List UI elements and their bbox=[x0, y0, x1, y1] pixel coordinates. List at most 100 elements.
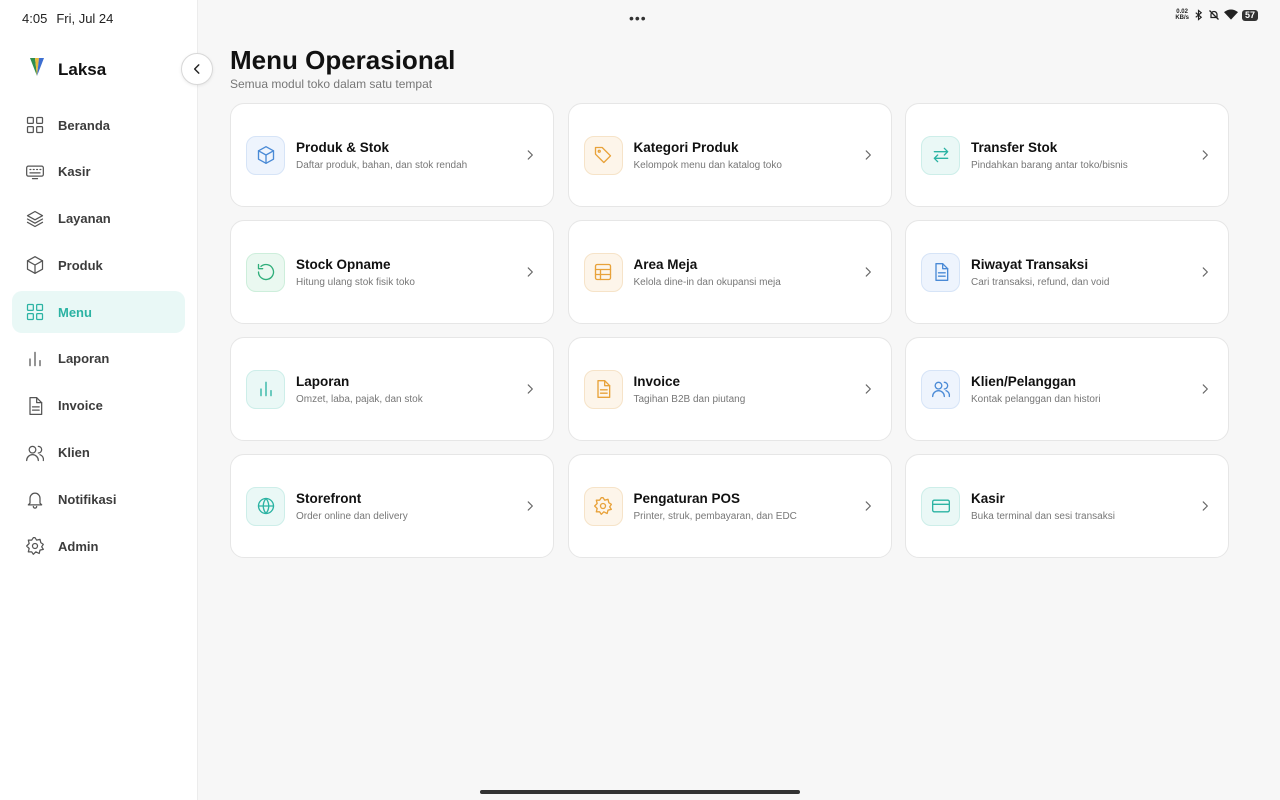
users-icon bbox=[921, 369, 960, 409]
clock-date: Fri, Jul 24 bbox=[56, 11, 114, 26]
tag-icon bbox=[583, 135, 623, 175]
sidebar-item-klien[interactable]: Klien bbox=[12, 432, 185, 474]
sidebar-item-laporan[interactable]: Laporan bbox=[12, 338, 185, 380]
sidebar-item-label: Layanan bbox=[58, 211, 111, 227]
module-card-kasir[interactable]: Kasir Buka terminal dan sesi transaksi bbox=[905, 454, 1229, 558]
sidebar-item-label: Produk bbox=[58, 257, 103, 273]
collapse-sidebar-button[interactable] bbox=[181, 53, 213, 85]
sidebar-item-admin[interactable]: Admin bbox=[12, 525, 185, 567]
module-card-area-meja[interactable]: Area Meja Kelola dine-in dan okupansi mej… bbox=[567, 220, 892, 324]
card-title: Laporan bbox=[296, 373, 350, 389]
module-card-produk-stok[interactable]: Produk & Stok Daftar produk, bahan, dan s… bbox=[230, 103, 554, 207]
sidebar-item-kasir[interactable]: Kasir bbox=[12, 151, 185, 193]
card-title: Pengaturan POS bbox=[633, 490, 741, 506]
module-card-stock-opname[interactable]: Stock Opname Hitung ulang stok fisik toko bbox=[230, 220, 554, 324]
page-subtitle: Semua modul toko dalam satu tempat bbox=[230, 77, 433, 91]
sidebar: 4:05 Fri, Jul 24 Laksa Beranda Kasir Layan… bbox=[0, 0, 198, 800]
sidebar-item-label: Invoice bbox=[58, 398, 103, 414]
card-description: Pindahkan barang antar toko/bisnis bbox=[971, 159, 1128, 171]
brand[interactable]: Laksa bbox=[28, 56, 106, 83]
status-icons: 0.02 KB/s 57 bbox=[1175, 9, 1258, 21]
sidebar-item-label: Laporan bbox=[58, 351, 110, 367]
grid-icon bbox=[25, 302, 45, 322]
chevron-right-icon bbox=[1202, 150, 1208, 160]
page-title: Menu Operasional bbox=[230, 45, 456, 75]
sidebar-item-invoice[interactable]: Invoice bbox=[12, 385, 185, 427]
sidebar-nav: Beranda Kasir Layanan Produk Menu Laporan Invo… bbox=[12, 104, 185, 572]
globe-icon bbox=[246, 486, 285, 526]
box-icon bbox=[246, 135, 285, 175]
sidebar-item-notifikasi[interactable]: Notifikasi bbox=[12, 478, 185, 520]
card-title: Riwayat Transaksi bbox=[971, 256, 1089, 272]
card-description: Kontak pelanggan dan histori bbox=[971, 393, 1101, 405]
module-card-riwayat-transaksi[interactable]: Riwayat Transaksi Cari transaksi, refund,… bbox=[905, 220, 1229, 324]
document-icon bbox=[583, 369, 623, 409]
chevron-right-icon bbox=[527, 384, 533, 394]
clock-time: 4:05 bbox=[22, 11, 48, 26]
module-card-storefront[interactable]: Storefront Order online dan delivery bbox=[230, 454, 554, 558]
card-description: Daftar produk, bahan, dan stok rendah bbox=[296, 159, 468, 171]
layers-icon bbox=[25, 209, 45, 229]
sidebar-item-label: Kasir bbox=[58, 164, 91, 180]
sidebar-item-label: Notifikasi bbox=[58, 491, 117, 507]
bar-chart-icon bbox=[246, 369, 285, 409]
mute-icon bbox=[1209, 10, 1219, 20]
chevron-right-icon bbox=[865, 150, 871, 160]
gear-icon bbox=[583, 486, 623, 526]
card-title: Area Meja bbox=[633, 256, 698, 272]
card-description: Tagihan B2B dan piutang bbox=[633, 393, 746, 405]
document-icon bbox=[921, 252, 960, 292]
card-description: Omzet, laba, pajak, dan stok bbox=[296, 393, 423, 405]
card-description: Hitung ulang stok fisik toko bbox=[296, 276, 415, 288]
logo-icon bbox=[28, 56, 46, 83]
wifi-icon bbox=[1223, 9, 1238, 20]
grid-icon bbox=[25, 115, 45, 135]
home-indicator[interactable] bbox=[480, 790, 800, 794]
module-card-klien-pelanggan[interactable]: Klien/Pelanggan Kontak pelanggan dan hist… bbox=[905, 337, 1229, 441]
keyboard-icon bbox=[25, 162, 45, 182]
card-description: Order online dan delivery bbox=[296, 510, 408, 522]
document-icon bbox=[25, 396, 45, 416]
module-card-kategori-produk[interactable]: Kategori Produk Kelompok menu dan katalog… bbox=[567, 103, 892, 207]
module-card-laporan[interactable]: Laporan Omzet, laba, pajak, dan stok bbox=[230, 337, 554, 441]
card-title: Stock Opname bbox=[296, 256, 391, 272]
chevron-right-icon bbox=[527, 150, 533, 160]
sidebar-item-menu[interactable]: Menu bbox=[12, 291, 185, 334]
chevron-left-icon bbox=[193, 64, 200, 74]
card-title: Transfer Stok bbox=[971, 139, 1058, 155]
bluetooth-icon bbox=[1195, 9, 1203, 21]
card-description: Kelompok menu dan katalog toko bbox=[633, 159, 782, 171]
module-card-invoice[interactable]: Invoice Tagihan B2B dan piutang bbox=[567, 337, 892, 441]
card-title: Kategori Produk bbox=[633, 139, 739, 155]
bar-chart-icon bbox=[25, 349, 45, 369]
bell-icon bbox=[25, 489, 45, 510]
card-description: Buka terminal dan sesi transaksi bbox=[971, 510, 1115, 522]
chevron-right-icon bbox=[527, 267, 533, 277]
card-title: Klien/Pelanggan bbox=[971, 373, 1077, 389]
chevron-right-icon bbox=[1202, 501, 1208, 511]
chevron-right-icon bbox=[527, 501, 533, 511]
module-card-pengaturan-pos[interactable]: Pengaturan POS Printer, struk, pembayaran… bbox=[567, 454, 892, 558]
module-card-transfer-stok[interactable]: Transfer Stok Pindahkan barang antar toko… bbox=[905, 103, 1229, 207]
table-icon bbox=[583, 252, 623, 292]
chevron-right-icon bbox=[1202, 384, 1208, 394]
users-icon bbox=[25, 443, 45, 463]
status-time: 4:05 Fri, Jul 24 bbox=[22, 11, 113, 26]
sidebar-item-label: Beranda bbox=[58, 117, 111, 133]
sidebar-item-produk[interactable]: Produk bbox=[12, 244, 185, 286]
battery-icon: 57 bbox=[1241, 9, 1258, 21]
chevron-right-icon bbox=[865, 384, 871, 394]
transfer-icon bbox=[921, 135, 960, 175]
card-description: Printer, struk, pembayaran, dan EDC bbox=[633, 510, 797, 522]
sidebar-item-beranda[interactable]: Beranda bbox=[12, 104, 185, 146]
card-title: Kasir bbox=[971, 490, 1005, 506]
card-description: Cari transaksi, refund, dan void bbox=[971, 276, 1110, 288]
more-dots-icon[interactable]: ••• bbox=[629, 10, 647, 26]
gear-icon bbox=[25, 536, 45, 556]
chevron-right-icon bbox=[865, 267, 871, 277]
network-speed: 0.02 KB/s bbox=[1175, 9, 1189, 21]
card-icon bbox=[921, 486, 960, 526]
card-title: Storefront bbox=[296, 490, 362, 506]
card-title: Produk & Stok bbox=[296, 139, 390, 155]
sidebar-item-layanan[interactable]: Layanan bbox=[12, 198, 185, 240]
